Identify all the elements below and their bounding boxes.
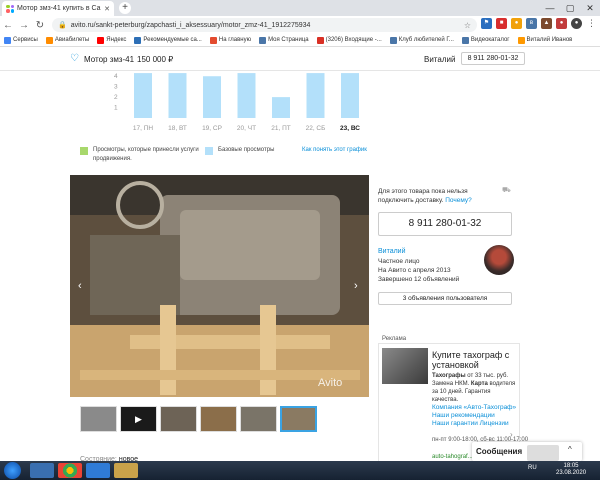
engine-photo [70, 175, 369, 397]
why-link[interactable]: Почему? [445, 197, 472, 204]
chart-bar[interactable] [168, 73, 187, 118]
chart-help-link[interactable]: Как понять этот график [302, 146, 367, 155]
ad-image[interactable] [382, 348, 428, 384]
ad-link-company[interactable]: Компания «Авто-Тахограф» [432, 404, 516, 412]
play-icon: ▶ [135, 414, 142, 424]
chart-bar[interactable] [341, 73, 359, 118]
chart-y-tick-label: 2 [114, 94, 118, 101]
seller-avatar[interactable] [484, 245, 514, 275]
explorer-taskbar-icon[interactable] [30, 463, 54, 478]
chart-x-tick-label: 17, ПН [133, 125, 154, 132]
legend-base-label: Базовые просмотры [218, 147, 275, 153]
thumbnail-selected[interactable] [280, 406, 317, 432]
ad-links: Компания «Авто-Тахограф» Наши рекомендац… [432, 404, 516, 428]
ad-site-link[interactable]: auto-tahograf... [432, 454, 473, 460]
legend-swatch-promo [80, 147, 88, 155]
video-thumbnail[interactable]: ▶ [120, 406, 157, 432]
seller-phone-button[interactable]: 8 911 280-01-32 [378, 212, 512, 236]
chart-y-tick-label: 1 [114, 105, 118, 112]
chart-bar[interactable] [272, 97, 290, 118]
chart-y-tick-label: 4 [114, 73, 118, 80]
clock[interactable]: 18:05 23.08.2020 [556, 463, 586, 477]
thumbnail[interactable] [200, 406, 237, 432]
chart-bar[interactable] [306, 73, 325, 118]
chart-x-tick-label: 23, ВС [340, 125, 360, 132]
folder-taskbar-icon[interactable] [114, 463, 138, 478]
ad-text: Тахографы от 33 тыс. руб. Замена НКМ. Ка… [432, 373, 516, 403]
seller-type: Частное лицо [378, 258, 420, 265]
chart-bar[interactable] [203, 76, 221, 118]
legend-promo-label: Просмотры, которые принесли услуги продв… [93, 147, 199, 162]
avito-watermark: Avito [318, 377, 343, 389]
ad-link-guarantees[interactable]: Наши гарантии Лицензии [432, 420, 516, 428]
ad-next-icon[interactable]: › [510, 430, 513, 439]
word-taskbar-icon[interactable] [86, 463, 110, 478]
chart-x-tick-label: 22, СБ [306, 125, 326, 132]
chart-y-tick-label: 3 [114, 84, 118, 91]
chart-bar[interactable] [134, 73, 152, 118]
ad-title[interactable]: Купите тахограф с установкой [432, 350, 518, 370]
messages-label[interactable]: Сообщения [476, 447, 522, 456]
chart-bar[interactable] [237, 73, 256, 118]
seller-ads-button[interactable]: 3 объявления пользователя [378, 292, 512, 305]
start-button-icon[interactable] [4, 462, 21, 479]
chart-x-tick-label: 20, ЧТ [237, 125, 256, 132]
no-delivery-icon: ⛟ [502, 187, 511, 194]
thumbnail[interactable] [240, 406, 277, 432]
seller-profile-link[interactable]: Виталий [378, 248, 406, 255]
chart-x-tick-label: 18, ВТ [168, 125, 187, 132]
input-language[interactable]: RU [528, 465, 537, 471]
chrome-taskbar-icon[interactable] [58, 463, 82, 478]
thumbnail[interactable] [160, 406, 197, 432]
main-photo[interactable] [70, 175, 369, 397]
gallery-prev-icon[interactable]: ‹ [78, 280, 82, 292]
legend-swatch-base [205, 147, 213, 155]
seller-completed: Завершено 12 объявлений [378, 276, 460, 283]
ad-label: Реклама [382, 336, 407, 342]
gallery-next-icon[interactable]: › [354, 280, 358, 292]
chevron-up-icon[interactable]: ^ [568, 445, 572, 454]
chat-preview-image [527, 445, 559, 461]
chart-x-tick-label: 19, СР [202, 125, 222, 132]
thumbnail[interactable] [80, 406, 117, 432]
chart-x-tick-label: 21, ПТ [271, 125, 291, 132]
seller-since: На Авито с апреля 2013 [378, 267, 451, 274]
delivery-note: Для этого товара пока нельзя подключить … [378, 188, 472, 204]
ad-link-recommendations[interactable]: Наши рекомендации [432, 412, 516, 420]
